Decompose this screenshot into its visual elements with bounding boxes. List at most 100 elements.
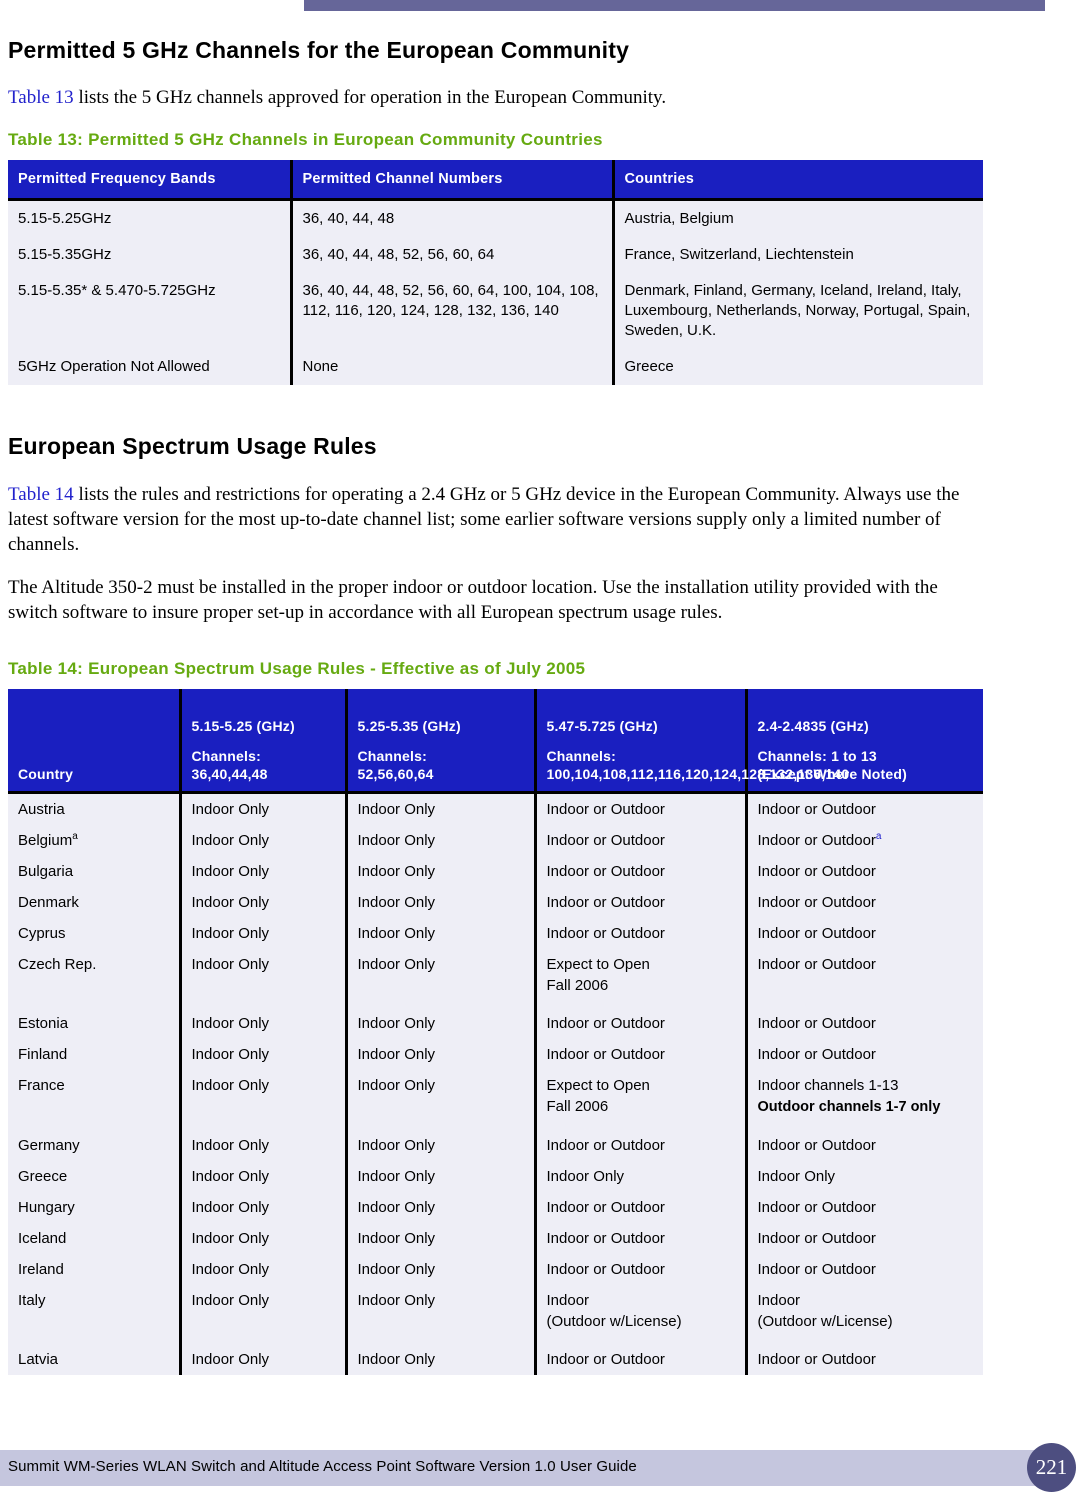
table-14-cell-515-525: Indoor Only: [180, 792, 348, 825]
channels-label-24-24835: Channels: 1 to 13 (Except Where Noted): [758, 747, 978, 783]
table-14-cell-24-24835: Indoor channels 1-13 Outdoor channels 1-7…: [746, 1070, 983, 1130]
table-row: Denmark Indoor Only Indoor Only Indoor or O…: [8, 887, 983, 918]
channels-list-4: Channels: 1 to 13: [757, 748, 877, 764]
table-row: Bulgaria Indoor Only Indoor Only Indoor or …: [8, 856, 983, 887]
table-14-cell-country: Belgiuma: [8, 825, 182, 856]
table-14-cell-515-525: Indoor Only: [180, 1192, 348, 1223]
footer-title: Summit WM-Series WLAN Switch and Altitud…: [8, 1458, 637, 1475]
channels-word-3: Channels:: [546, 748, 616, 764]
table-row: Iceland Indoor Only Indoor Only Indoor or O…: [8, 1223, 983, 1254]
table-row: Greece Indoor Only Indoor Only Indoor Only I…: [8, 1161, 983, 1192]
footnote-marker[interactable]: a: [72, 831, 78, 842]
country-name: Belgium: [18, 832, 73, 849]
table-14-cell-547-5725: Indoor (Outdoor w/License): [535, 1285, 748, 1344]
page-title: Permitted 5 GHz Channels for the Europea…: [8, 37, 630, 63]
table-14-cell-country: Germany: [8, 1130, 182, 1161]
table-14-cell-country: Austria: [8, 792, 182, 825]
table-13-cell-band: 5.15-5.25GHz: [8, 199, 293, 237]
table-13-cell-channels: 36, 40, 44, 48, 52, 56, 60, 64: [291, 237, 615, 273]
intro-paragraph-1-rest: lists the 5 GHz channels approved for op…: [73, 87, 667, 108]
channels-label-547-5725: Channels: 100,104,108,112,116,120,124,128…: [546, 747, 850, 783]
country-name: Ireland: [18, 1261, 64, 1278]
table-13-cell-band: 5GHz Operation Not Allowed: [8, 349, 293, 385]
table-14-cell-country: Latvia: [8, 1344, 182, 1375]
table-14-cell-525-535: Indoor Only: [346, 1254, 537, 1285]
country-name: Latvia: [18, 1351, 59, 1368]
table-13-caption: Table 13: Permitted 5 GHz Channels in Eu…: [8, 130, 603, 149]
table-14-cell-country: Cyprus: [8, 918, 182, 949]
table-row: Cyprus Indoor Only Indoor Only Indoor or Ou…: [8, 918, 983, 949]
table-13-cell-channels: None: [291, 349, 615, 385]
table-row: 5.15-5.35GHz 36, 40, 44, 48, 52, 56, 60, …: [8, 237, 983, 273]
spectrum-paragraph-2: The Altitude 350-2 must be installed in …: [8, 577, 938, 623]
table-13-crossref-link[interactable]: Table 13: [8, 87, 74, 108]
table-row: Belgiuma Indoor Only Indoor Only Indoor or …: [8, 825, 983, 856]
country-name: Iceland: [18, 1230, 67, 1247]
table-14-cell-country: France: [8, 1070, 182, 1130]
table-14-cell-24-24835: Indoor or Outdoor: [746, 918, 983, 949]
country-name: Italy: [18, 1292, 46, 1309]
table-14-cell-515-525: Indoor Only: [180, 887, 348, 918]
table-14-cell-525-535: Indoor Only: [346, 1223, 537, 1254]
table-row: Austria Indoor Only Indoor Only Indoor or O…: [8, 792, 983, 825]
table-14-cell-24-24835: Indoor or Outdoor: [746, 1008, 983, 1039]
table-13-col-header-countries: Countries: [613, 160, 983, 201]
table-14-crossref-link[interactable]: Table 14: [8, 484, 74, 505]
table-14-cell-24-24835: Indoor or Outdoor: [746, 949, 983, 1008]
table-14-cell-547-5725: Indoor or Outdoor: [535, 1344, 748, 1375]
channels-note-4: (Except Where Noted): [757, 766, 907, 782]
channels-list-1: 36,40,44,48: [191, 766, 268, 782]
table-14-cell-547-5725: Indoor or Outdoor: [535, 1130, 748, 1161]
table-14-cell-515-525: Indoor Only: [180, 949, 348, 1008]
table-14-cell-24-24835: Indoor or Outdoora: [746, 825, 983, 856]
table-14-cell-country: Greece: [8, 1161, 182, 1192]
table-14-cell-country: Denmark: [8, 887, 182, 918]
table-13-cell-channels: 36, 40, 44, 48: [291, 199, 615, 237]
page-content: Permitted 5 GHz Channels for the Europea…: [0, 11, 1092, 1375]
channels-word-2: Channels:: [357, 748, 427, 764]
table-14-cell-525-535: Indoor Only: [346, 825, 537, 856]
table-14-cell-515-525: Indoor Only: [180, 856, 348, 887]
table-14-cell-24-24835: Indoor or Outdoor: [746, 1344, 983, 1375]
table-14-col-header-515-525: 5.15-5.25 (GHz) Channels: 36,40,44,48: [180, 689, 348, 794]
table-14-cell-515-525: Indoor Only: [180, 1039, 348, 1070]
table-14-cell-525-535: Indoor Only: [346, 1344, 537, 1375]
table-14-cell-515-525: Indoor Only: [180, 1130, 348, 1161]
table-14-cell-24-24835: Indoor (Outdoor w/License): [746, 1285, 983, 1344]
table-14-cell-525-535: Indoor Only: [346, 1161, 537, 1192]
table-13-col-header-channels: Permitted Channel Numbers: [291, 160, 615, 201]
footnote-marker[interactable]: a: [876, 831, 882, 842]
table-14-cell-24-24835: Indoor or Outdoor: [746, 1130, 983, 1161]
table-row: 5.15-5.25GHz 36, 40, 44, 48 Austria, Belgi…: [8, 199, 983, 237]
channels-label-525-535: Channels: 52,56,60,64: [358, 747, 528, 783]
table-14-col-header-24-24835: 2.4-2.4835 (GHz) Channels: 1 to 13 (Excep…: [746, 689, 983, 794]
table-row: France Indoor Only Indoor Only Expect to Op…: [8, 1070, 983, 1130]
table-14-cell-24-24835: Indoor or Outdoor: [746, 792, 983, 825]
table-14-cell-547-5725: Expect to Open Fall 2006: [535, 1070, 748, 1130]
table-14-cell-547-5725: Indoor or Outdoor: [535, 1254, 748, 1285]
table-14-cell-24-24835: Indoor Only: [746, 1161, 983, 1192]
table-14-cell-country: Finland: [8, 1039, 182, 1070]
channels-list-2: 52,56,60,64: [357, 766, 434, 782]
channels-label-515-525: Channels: 36,40,44,48: [192, 747, 339, 783]
table-14-cell-515-525: Indoor Only: [180, 1344, 348, 1375]
table-14-cell-547-5725: Indoor or Outdoor: [535, 825, 748, 856]
table-14-cell-525-535: Indoor Only: [346, 949, 537, 1008]
table-14-header-row: Country 5.15-5.25 (GHz) Channels: 36,40,4…: [8, 689, 983, 794]
country-name: Austria: [18, 801, 65, 818]
table-14-cell-547-5725: Indoor Only: [535, 1161, 748, 1192]
country-name: Germany: [18, 1137, 80, 1154]
intro-paragraph-1: Table 13 lists the 5 GHz channels approv…: [8, 85, 968, 110]
table-row: Germany Indoor Only Indoor Only Indoor or O…: [8, 1130, 983, 1161]
table-13-cell-channels: 36, 40, 44, 48, 52, 56, 60, 64, 100, 104…: [291, 273, 615, 349]
table-14-cell-24-24835: Indoor or Outdoor: [746, 1254, 983, 1285]
table-14-cell-525-535: Indoor Only: [346, 1130, 537, 1161]
band-label-515-525: 5.15-5.25 (GHz): [191, 718, 295, 734]
country-name: Cyprus: [18, 925, 66, 942]
table-14-cell-515-525: Indoor Only: [180, 1161, 348, 1192]
table-14-cell-547-5725: Expect to Open Fall 2006: [535, 949, 748, 1008]
table-row: Ireland Indoor Only Indoor Only Indoor or O…: [8, 1254, 983, 1285]
table-14-cell-24-24835: Indoor or Outdoor: [746, 1039, 983, 1070]
table-14-cell-country: Bulgaria: [8, 856, 182, 887]
country-name: Greece: [18, 1168, 68, 1185]
